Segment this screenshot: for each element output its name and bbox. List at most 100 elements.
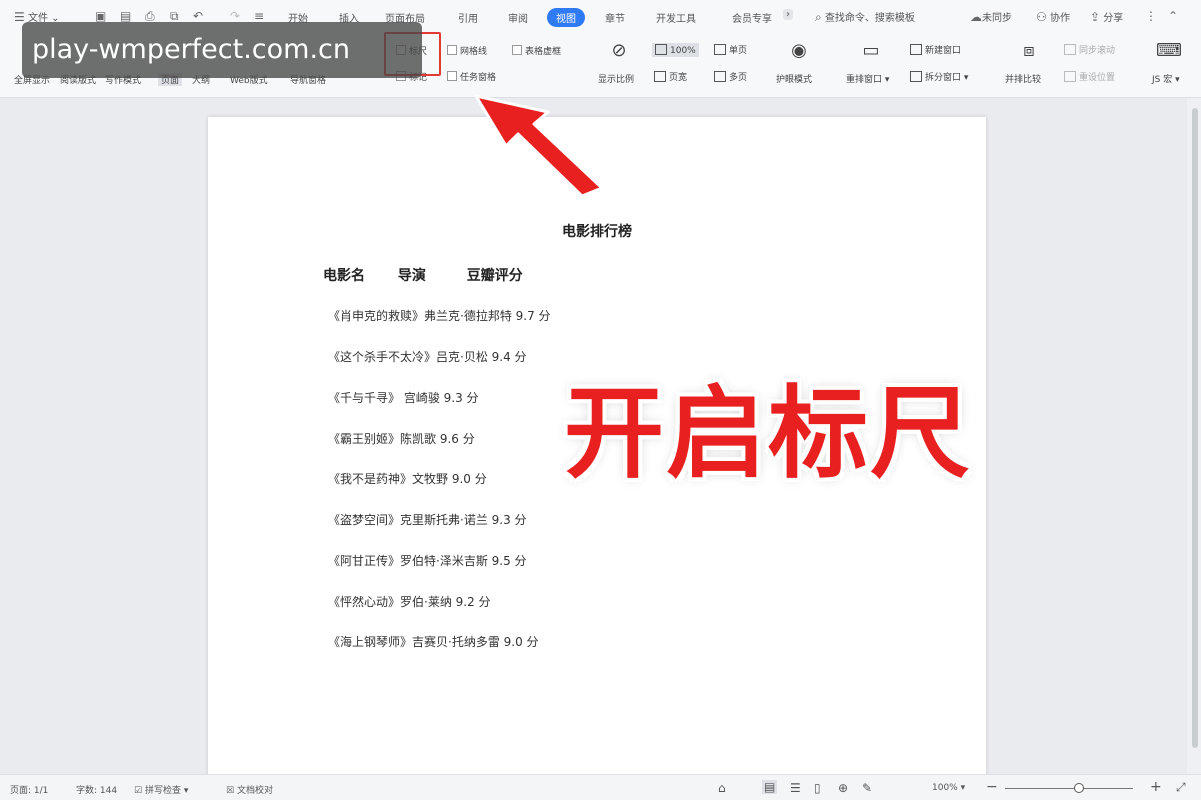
page-indicator[interactable]: 页面: 1/1 (10, 783, 48, 796)
tab-section[interactable]: 章节 (605, 10, 625, 25)
zoom-in-icon[interactable]: + (1150, 779, 1162, 795)
zoom-100-button[interactable]: 100% (652, 43, 699, 57)
list-item: 《盗梦空间》克里斯托弗·诺兰 9.3 分 (328, 513, 527, 527)
search-icon: ⌕ (815, 10, 822, 24)
redo-icon[interactable]: ↷ (230, 9, 240, 23)
more-icon[interactable]: ≡ (254, 9, 264, 23)
sync-button[interactable]: ☁未同步 (970, 9, 1012, 24)
list-item: 《这个杀手不太冷》吕克·贝松 9.4 分 (328, 350, 527, 364)
tab-overflow-button[interactable]: › (783, 9, 793, 20)
side-by-side-button[interactable]: 并排比较 (1005, 72, 1041, 85)
gridlines-checkbox[interactable]: 网格线 (447, 44, 487, 57)
fullscreen-icon[interactable]: ⤢ (1176, 780, 1186, 795)
undo-icon[interactable]: ↶ (193, 9, 203, 23)
chevron-down-icon: ▾ (1175, 75, 1180, 85)
list-item: 《肖申克的救赎》弗兰克·德拉邦特 9.7 分 (328, 309, 551, 323)
share-button[interactable]: ⇪ 分享 (1090, 9, 1123, 24)
task-pane-check[interactable] (447, 71, 457, 81)
page-width-icon (654, 71, 666, 82)
collab-button[interactable]: ⚇ 协作 (1036, 9, 1070, 24)
rearrange-window-icon[interactable]: ▭ (860, 40, 882, 62)
collapse-ribbon-icon[interactable]: ⌃ (1168, 9, 1178, 23)
js-macro-button[interactable]: JS 宏 ▾ (1152, 72, 1180, 85)
side-by-side-icon[interactable]: ⧈ (1018, 40, 1040, 62)
single-page-icon (714, 44, 726, 55)
more-options-icon[interactable]: ⋮ (1145, 9, 1157, 23)
outline-view-icon[interactable]: ☰ (790, 781, 801, 795)
list-item: 《阿甘正传》罗伯特·泽米吉斯 9.5 分 (328, 554, 527, 568)
tab-member[interactable]: 会员专享 (732, 10, 772, 25)
status-bar: 页面: 1/1 字数: 144 ☑ 拼写检查 ▾ ☒ 文档校对 ⌂ ▤ ☰ ▯ … (0, 774, 1201, 800)
task-pane-label: 任务窗格 (460, 73, 497, 83)
gridlines-check[interactable] (447, 45, 457, 55)
multi-page-button[interactable]: 多页 (714, 70, 747, 83)
hamburger-icon: ☰ (14, 10, 25, 24)
chevron-down-icon: ▾ (884, 75, 890, 85)
eye-mode-button[interactable]: 护眼模式 (776, 72, 812, 85)
reset-position-button[interactable]: 重设位置 (1064, 70, 1115, 83)
sync-scroll-button[interactable]: 同步滚动 (1064, 43, 1115, 56)
tab-view[interactable]: 视图 (547, 8, 585, 27)
split-window-label: 拆分窗口 (925, 73, 962, 83)
cloud-icon: ☁ (970, 10, 982, 24)
reading-view-icon[interactable]: ▯ (814, 781, 821, 795)
export-pdf-icon[interactable]: ▤ (120, 9, 131, 23)
zoom-out-icon[interactable]: − (986, 779, 998, 795)
zoom-ratio-icon[interactable]: ⊘ (608, 40, 630, 62)
tab-review[interactable]: 审阅 (508, 10, 528, 25)
web-view-icon[interactable]: ⊕ (838, 781, 848, 795)
collab-label: 协作 (1049, 13, 1070, 24)
list-item: 《霸王别姬》陈凯歌 9.6 分 (328, 432, 475, 446)
table-border-checkbox[interactable]: 表格虚框 (512, 44, 561, 57)
doc-check-icon: ☒ (226, 786, 235, 796)
new-window-button[interactable]: 新建窗口 (910, 43, 961, 56)
list-item: 《我不是药神》文牧野 9.0 分 (328, 472, 487, 486)
js-macro-label: JS 宏 (1152, 75, 1173, 85)
gridlines-label: 网格线 (460, 47, 488, 57)
outline-icon[interactable]: ⌂ (718, 781, 726, 795)
zoom-slider-knob[interactable] (1074, 783, 1084, 793)
reset-position-icon (1064, 71, 1076, 82)
share-label: 分享 (1103, 13, 1124, 24)
chevron-down-icon: ▾ (183, 786, 189, 796)
chevron-right-icon: › (786, 9, 790, 20)
page-width-label: 页宽 (669, 73, 688, 83)
zoom-ratio-button[interactable]: 显示比例 (598, 72, 634, 85)
header-movie: 电影名 (323, 268, 365, 284)
single-page-button[interactable]: 单页 (714, 43, 747, 56)
page-width-button[interactable]: 页宽 (654, 70, 687, 83)
eye-icon[interactable]: ◉ (788, 40, 810, 62)
tab-references[interactable]: 引用 (458, 10, 478, 25)
column-headers: 电影名 导演 豆瓣评分 (323, 265, 523, 285)
word-count[interactable]: 字数: 144 (76, 783, 117, 796)
js-macro-icon[interactable]: ⌨ (1156, 40, 1182, 62)
rearrange-window-button[interactable]: 重排窗口 ▾ (846, 72, 889, 85)
zoom-slider[interactable] (1005, 788, 1133, 789)
save-icon[interactable]: ▣ (95, 9, 106, 23)
reset-position-label: 重设位置 (1079, 73, 1116, 83)
tab-developer[interactable]: 开发工具 (656, 10, 696, 25)
list-item: 《怦然心动》罗伯·莱纳 9.2 分 (328, 595, 491, 609)
doc-check-button[interactable]: ☒ 文档校对 (226, 783, 273, 796)
pointer-arrow-icon (474, 94, 604, 198)
sync-label: 未同步 (982, 13, 1012, 24)
multi-page-label: 多页 (729, 73, 748, 83)
table-border-check[interactable] (512, 45, 522, 55)
new-window-label: 新建窗口 (925, 46, 962, 56)
new-window-icon (910, 44, 922, 55)
split-window-button[interactable]: 拆分窗口 ▾ (910, 70, 968, 83)
zoom-level-dropdown[interactable]: 100% ▾ (932, 783, 965, 793)
page-view-icon[interactable]: ▤ (762, 780, 778, 794)
sync-scroll-icon (1064, 44, 1076, 55)
chevron-down-icon: ▾ (963, 73, 969, 83)
search-placeholder: 查找命令、搜索模板 (824, 13, 915, 24)
spellcheck-label: 拼写检查 (144, 786, 181, 796)
pen-icon[interactable]: ✎ (862, 781, 872, 795)
scrollbar-thumb[interactable] (1192, 108, 1198, 748)
watermark: play-wmperfect.com.cn (22, 22, 422, 78)
task-pane-checkbox[interactable]: 任务窗格 (447, 70, 496, 83)
spellcheck-button[interactable]: ☑ 拼写检查 ▾ (134, 783, 188, 796)
share-icon: ⇪ (1090, 10, 1101, 24)
rearrange-label: 重排窗口 (846, 75, 883, 85)
search-box[interactable]: ⌕ 查找命令、搜索模板 (815, 9, 915, 25)
